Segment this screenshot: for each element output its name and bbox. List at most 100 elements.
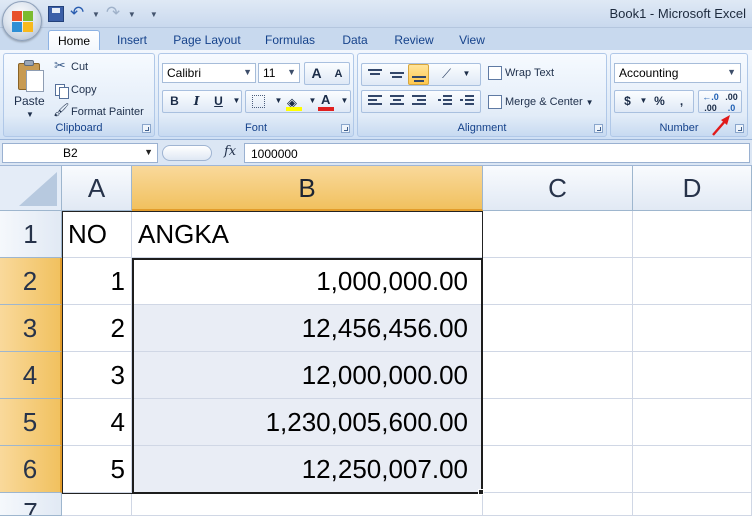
tab-insert[interactable]: Insert xyxy=(110,30,154,50)
cell-c5[interactable] xyxy=(483,399,633,446)
cell-d5[interactable] xyxy=(633,399,752,446)
paste-button[interactable]: Paste xyxy=(14,94,45,108)
copy-button[interactable]: Copy xyxy=(54,83,97,99)
column-header-c[interactable]: C xyxy=(483,166,633,211)
wrap-text-button[interactable]: Wrap Text xyxy=(488,66,554,80)
select-all-button[interactable] xyxy=(0,166,62,211)
cell-d1[interactable] xyxy=(633,211,752,258)
decrease-decimal-button[interactable]: .00.0 xyxy=(721,91,742,113)
fill-handle[interactable] xyxy=(478,489,484,495)
increase-indent-icon[interactable] xyxy=(456,91,477,112)
number-dialog-launcher-icon[interactable] xyxy=(735,124,744,133)
merge-center-button[interactable]: Merge & Center ▼ xyxy=(488,95,594,109)
align-center-icon[interactable] xyxy=(386,91,407,112)
underline-dropdown-icon[interactable]: ▼ xyxy=(226,91,247,112)
tab-formulas[interactable]: Formulas xyxy=(260,30,320,50)
tab-view[interactable]: View xyxy=(452,30,492,50)
cell-c3[interactable] xyxy=(483,305,633,352)
cell-b7[interactable] xyxy=(132,493,483,516)
redo-dropdown-icon[interactable]: ▼ xyxy=(128,10,136,19)
row-header-7[interactable]: 7 xyxy=(0,493,62,516)
shrink-font-button[interactable]: A xyxy=(328,64,349,85)
cell-a7[interactable] xyxy=(62,493,132,516)
merge-dropdown-icon[interactable]: ▼ xyxy=(586,98,594,107)
borders-icon[interactable] xyxy=(248,91,269,112)
number-format-select[interactable]: Accounting ▼ xyxy=(614,63,741,83)
alignment-dialog-launcher-icon[interactable] xyxy=(594,124,603,133)
row-header-6[interactable]: 6 xyxy=(0,446,62,493)
grow-font-button[interactable]: A xyxy=(306,63,327,84)
decrease-indent-icon[interactable] xyxy=(434,91,455,112)
red-arrow-icon xyxy=(712,115,730,136)
cell-d3[interactable] xyxy=(633,305,752,352)
increase-decimal-button[interactable]: ←.0.00 xyxy=(700,91,721,113)
tab-page-layout[interactable]: Page Layout xyxy=(170,30,244,50)
insert-function-icon[interactable]: fx xyxy=(224,144,236,159)
cell-a1[interactable]: NO xyxy=(62,211,132,258)
cell-a6[interactable]: 5 xyxy=(62,446,132,493)
align-left-icon[interactable] xyxy=(364,91,385,112)
paste-icon[interactable] xyxy=(16,60,46,92)
cut-button[interactable]: Cut xyxy=(54,57,89,74)
cell-b1[interactable]: ANGKA xyxy=(132,211,483,258)
undo-dropdown-icon[interactable]: ▼ xyxy=(92,10,100,19)
row-header-5[interactable]: 5 xyxy=(0,399,62,446)
align-right-icon[interactable] xyxy=(408,91,429,112)
clipboard-dialog-launcher-icon[interactable] xyxy=(142,124,151,133)
align-middle-icon[interactable] xyxy=(386,64,407,85)
cell-c6[interactable] xyxy=(483,446,633,493)
row-header-2[interactable]: 2 xyxy=(0,258,62,305)
cell-d6[interactable] xyxy=(633,446,752,493)
orientation-icon[interactable]: ⟋ xyxy=(436,64,457,85)
font-dialog-launcher-icon[interactable] xyxy=(341,124,350,133)
comma-style-button[interactable]: , xyxy=(671,91,692,112)
percent-button[interactable]: % xyxy=(649,91,670,112)
office-button[interactable] xyxy=(2,1,42,41)
paste-dropdown-icon[interactable]: ▼ xyxy=(26,110,34,119)
name-box[interactable]: B2 ▼ xyxy=(2,143,158,163)
bold-button[interactable]: B xyxy=(164,91,185,112)
align-top-icon[interactable] xyxy=(364,64,385,85)
cell-c1[interactable] xyxy=(483,211,633,258)
column-header-b[interactable]: B xyxy=(132,166,483,211)
tab-data[interactable]: Data xyxy=(336,30,374,50)
font-color-dropdown-icon[interactable]: ▼ xyxy=(334,91,355,112)
cell-d4[interactable] xyxy=(633,352,752,399)
format-painter-button[interactable]: Format Painter xyxy=(53,102,144,119)
orientation-dropdown-icon[interactable]: ▼ xyxy=(456,64,477,85)
row-header-3[interactable]: 3 xyxy=(0,305,62,352)
cell-b4[interactable]: 12,000,000.00 xyxy=(132,352,483,399)
cell-c7[interactable] xyxy=(483,493,633,516)
cell-a5[interactable]: 4 xyxy=(62,399,132,446)
cell-d7[interactable] xyxy=(633,493,752,516)
row-header-4[interactable]: 4 xyxy=(0,352,62,399)
cut-label: Cut xyxy=(71,61,89,73)
row-header-1[interactable]: 1 xyxy=(0,211,62,258)
cell-b5[interactable]: 1,230,005,600.00 xyxy=(132,399,483,446)
fill-color-buttons: ▼ ◈ ▼ A ▼ xyxy=(245,90,351,113)
formula-input[interactable]: 1000000 xyxy=(244,143,750,163)
font-size-select[interactable]: 11 ▼ xyxy=(258,63,300,83)
undo-icon[interactable] xyxy=(70,3,86,23)
cell-d2[interactable] xyxy=(633,258,752,305)
column-header-a[interactable]: A xyxy=(62,166,132,211)
cell-b2[interactable]: 1,000,000.00 xyxy=(132,258,483,305)
chevron-down-icon: ▼ xyxy=(243,67,252,77)
cell-a2[interactable]: 1 xyxy=(62,258,132,305)
font-size-buttons: A A xyxy=(304,62,350,85)
cell-a3[interactable]: 2 xyxy=(62,305,132,352)
cell-c2[interactable] xyxy=(483,258,633,305)
tab-review[interactable]: Review xyxy=(390,30,438,50)
cell-c4[interactable] xyxy=(483,352,633,399)
column-header-d[interactable]: D xyxy=(633,166,752,211)
save-icon[interactable] xyxy=(48,6,64,22)
customize-toolbar-icon[interactable]: ▼ xyxy=(150,10,158,19)
cell-b3[interactable]: 12,456,456.00 xyxy=(132,305,483,352)
italic-button[interactable]: I xyxy=(186,91,207,112)
tab-home[interactable]: Home xyxy=(48,30,100,50)
align-bottom-icon[interactable] xyxy=(408,64,429,85)
redo-icon[interactable] xyxy=(106,3,122,23)
font-name-select[interactable]: Calibri ▼ xyxy=(162,63,256,83)
cell-a4[interactable]: 3 xyxy=(62,352,132,399)
cell-b6[interactable]: 12,250,007.00 xyxy=(132,446,483,493)
